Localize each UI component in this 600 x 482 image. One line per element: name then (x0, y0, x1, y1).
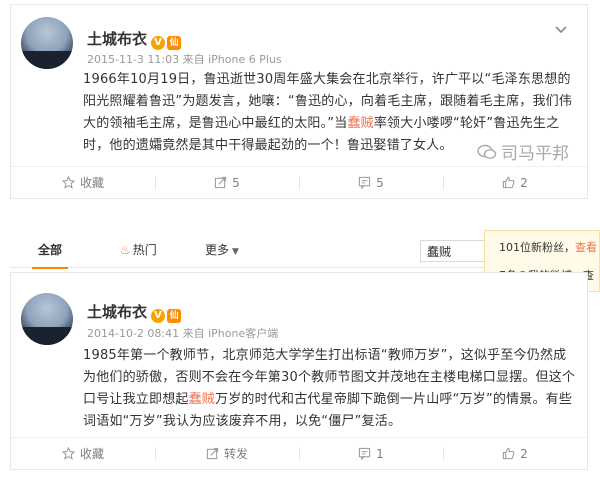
thumbs-up-icon (503, 176, 515, 189)
post-actions: 收藏 转发 1 2 (11, 437, 587, 469)
weibo-post-2: 土城布衣 V 仙 2014-10-2 08:41 来自 iPhone客户端 1985… (10, 272, 588, 470)
like-count: 2 (520, 175, 528, 190)
favorite-button[interactable]: 收藏 (11, 438, 155, 469)
verified-badge-icon: V (151, 36, 166, 50)
comment-icon (359, 176, 371, 189)
star-icon (61, 447, 75, 460)
verified-badge-icon: V (151, 309, 166, 323)
username-text[interactable]: 土城布衣 (87, 30, 147, 48)
comment-icon (359, 447, 371, 460)
favorite-label: 收藏 (79, 447, 104, 461)
tab-hot-label: 热门 (132, 243, 157, 257)
comment-count: 1 (376, 446, 384, 461)
comment-button[interactable]: 1 (299, 438, 443, 469)
post-meta: 2014-10-2 08:41 来自 iPhone客户端 (87, 327, 279, 340)
followers-text: 101位新粉丝， (499, 241, 575, 254)
watermark-text: 司马平邦 (501, 144, 569, 164)
highlight-keyword[interactable]: 蠢贼 (347, 116, 373, 131)
fire-icon: ♨ (120, 243, 131, 257)
tab-all[interactable]: 全部 (31, 234, 69, 269)
tab-more-label: 更多 (205, 243, 230, 257)
followers-notice[interactable]: 101位新粉丝，查看 (499, 239, 597, 255)
thumbs-up-icon (503, 447, 515, 460)
post-text: 1985年第一个教师节，北京师范大学学生打出标语“教师万岁”，这似乎至今仍然成为… (83, 345, 579, 433)
tab-more[interactable]: 更多 ▼ (205, 234, 239, 268)
comment-button[interactable]: 5 (299, 167, 443, 198)
star-icon (61, 176, 75, 189)
watermark: 司马平邦 (477, 139, 569, 164)
post-username[interactable]: 土城布衣 V 仙 (87, 28, 182, 50)
wechat-icon (477, 144, 497, 159)
username-text[interactable]: 土城布衣 (87, 303, 147, 321)
like-button[interactable]: 2 (443, 167, 587, 198)
like-button[interactable]: 2 (443, 438, 587, 469)
repost-label: 转发 (223, 447, 248, 461)
repost-count: 5 (232, 175, 240, 190)
caret-down-icon: ▼ (232, 247, 239, 257)
level-badge-icon: 仙 (167, 309, 182, 323)
post-username[interactable]: 土城布衣 V 仙 (87, 301, 182, 323)
favorite-button[interactable]: 收藏 (11, 167, 155, 198)
chevron-down-icon[interactable] (553, 21, 569, 37)
favorite-label: 收藏 (79, 176, 104, 190)
highlight-keyword[interactable]: 蠢贼 (189, 392, 215, 407)
repost-button[interactable]: 转发 (155, 438, 299, 469)
repost-button[interactable]: 5 (155, 167, 299, 198)
followers-link[interactable]: 查看 (575, 241, 597, 254)
tab-hot[interactable]: ♨ 热门 (120, 234, 157, 268)
avatar[interactable] (21, 17, 73, 69)
repost-icon (206, 447, 219, 460)
weibo-post-1: 土城布衣 V 仙 2015-11-3 11:03 来自 iPhone 6 Plus … (10, 4, 588, 199)
avatar[interactable] (21, 293, 73, 345)
post-meta: 2015-11-3 11:03 来自 iPhone 6 Plus (87, 53, 282, 66)
like-count: 2 (520, 446, 528, 461)
level-badge-icon: 仙 (167, 36, 182, 50)
comment-count: 5 (376, 175, 384, 190)
repost-icon (215, 176, 227, 189)
post-actions: 收藏 5 5 2 (11, 166, 587, 198)
